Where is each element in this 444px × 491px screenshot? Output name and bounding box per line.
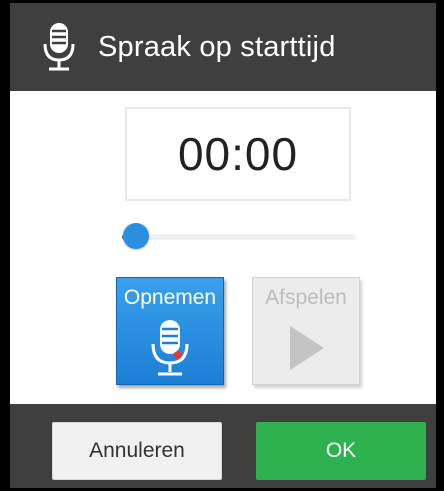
cancel-button[interactable]: Annuleren — [52, 422, 222, 480]
play-button-label: Afspelen — [265, 286, 347, 309]
dialog-titlebar: Spraak op starttijd — [10, 3, 436, 91]
ok-button[interactable]: OK — [256, 422, 426, 480]
record-button[interactable]: Opnemen — [116, 277, 224, 385]
dialog-title: Spraak op starttijd — [98, 30, 336, 63]
microphone-icon — [40, 21, 78, 73]
progress-slider[interactable] — [112, 221, 356, 251]
timer-display: 00:00 — [125, 107, 351, 201]
play-icon — [253, 318, 359, 378]
timer-value: 00:00 — [177, 128, 299, 180]
dialog-footer: Annuleren OK — [10, 404, 436, 488]
microphone-icon — [117, 318, 223, 378]
slider-thumb[interactable] — [123, 223, 149, 249]
record-button-label: Opnemen — [123, 286, 217, 309]
play-button[interactable]: Afspelen — [252, 277, 360, 385]
dialog-window: Spraak op starttijd 00:00 Opnemen Afspel… — [0, 0, 444, 491]
slider-track — [122, 234, 356, 240]
